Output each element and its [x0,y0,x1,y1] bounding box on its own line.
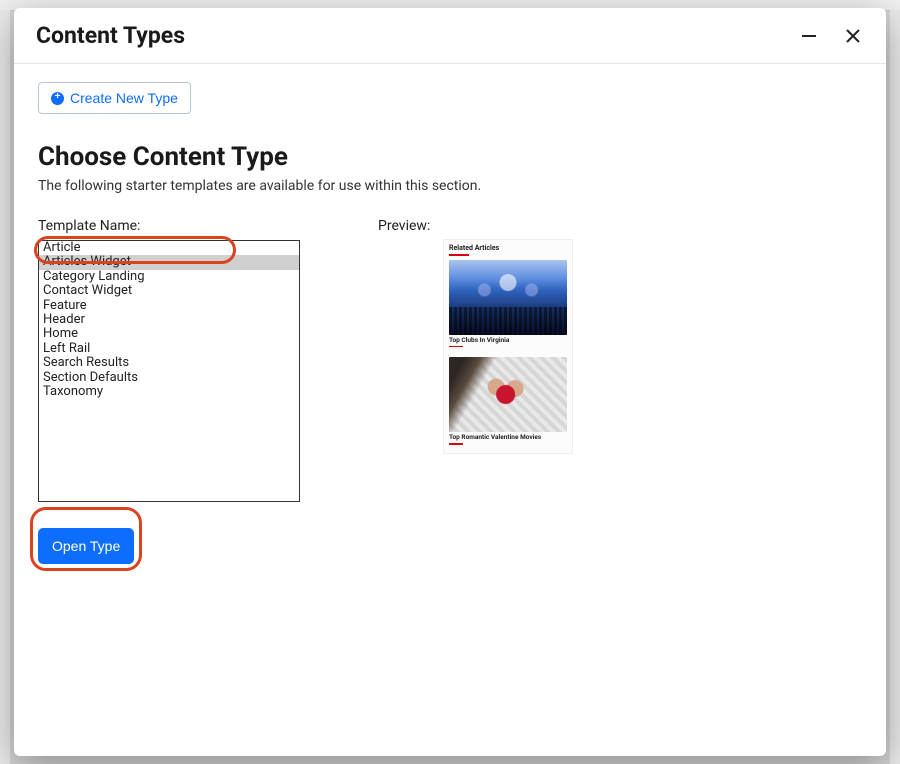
template-list-item[interactable]: Article [39,241,299,255]
preview-column: Preview: Related Articles Top Clubs In V… [378,218,572,564]
template-column: Template Name: ArticleArticles WidgetCat… [38,218,338,564]
template-list-item[interactable]: Section Defaults [39,371,299,385]
content-types-modal: Content Types Create New Type Choose Con… [14,8,886,756]
modal-header-actions [798,25,864,47]
template-list-item[interactable]: Articles Widget [39,255,299,269]
template-name-label: Template Name: [38,218,338,234]
plus-circle-icon [51,92,64,105]
modal-body: Create New Type Choose Content Type The … [14,64,886,756]
open-type-label: Open Type [52,538,120,554]
preview-caption-2: Top Romantic Valentine Movies [449,434,567,442]
modal-header: Content Types [14,8,886,64]
template-list-item[interactable]: Home [39,327,299,341]
preview-caption-2-underline [449,443,463,445]
template-list-item[interactable]: Contact Widget [39,284,299,298]
close-button[interactable] [842,25,864,47]
preview-image-2 [449,357,567,432]
preview-caption-1-underline [449,346,463,348]
modal-title: Content Types [36,22,185,49]
close-icon [844,27,862,45]
section-description: The following starter templates are avai… [38,178,862,194]
template-list-item[interactable]: Search Results [39,356,299,370]
template-list-item[interactable]: Feature [39,299,299,313]
create-new-type-button[interactable]: Create New Type [38,82,191,114]
create-new-type-label: Create New Type [70,90,178,106]
section-title: Choose Content Type [38,142,862,172]
template-list-item[interactable]: Taxonomy [39,385,299,399]
preview-label: Preview: [378,218,572,234]
template-list-item[interactable]: Left Rail [39,342,299,356]
template-list[interactable]: ArticleArticles WidgetCategory LandingCo… [38,240,300,502]
preview-thumbnail: Related Articles Top Clubs In Virginia T… [444,240,572,453]
preview-caption-1: Top Clubs In Virginia [449,337,567,345]
preview-image-1 [449,260,567,335]
minimize-button[interactable] [798,25,820,47]
minimize-icon [800,27,818,45]
template-list-item[interactable]: Header [39,313,299,327]
template-list-item[interactable]: Category Landing [39,270,299,284]
preview-heading: Related Articles [449,244,567,252]
chooser-row: Template Name: ArticleArticles WidgetCat… [38,218,862,564]
open-type-button[interactable]: Open Type [38,528,134,564]
preview-heading-underline [449,254,469,256]
